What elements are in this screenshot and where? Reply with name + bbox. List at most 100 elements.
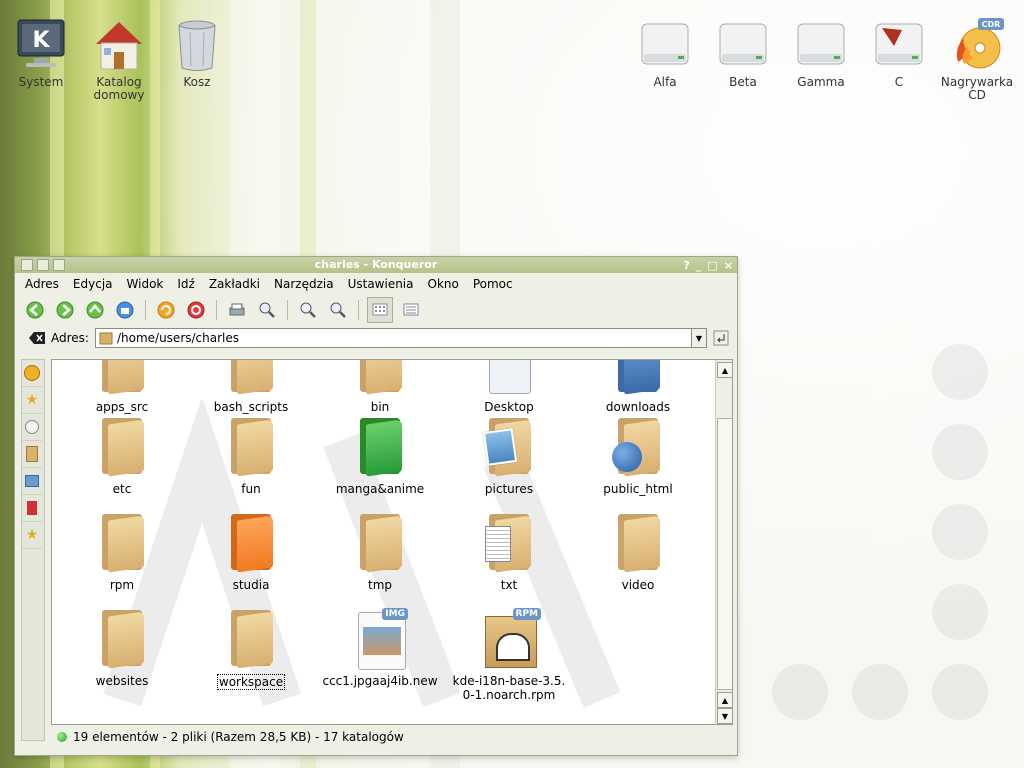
scroll-up-button[interactable]: ▲ [717,362,732,378]
scroll-down-button[interactable]: ▼ [717,708,732,724]
desktop-icon-trash[interactable]: Kosz [158,18,236,89]
file-item-image[interactable]: IMG ccc1.jpgaaj4ib.new [320,608,440,688]
file-item-folder[interactable]: public_html [578,416,698,496]
file-item-rpm[interactable]: RPM kde-i18n-base-3.5. 0-1.noarch.rpm [449,608,569,702]
list-view-button[interactable] [399,298,423,322]
go-icon[interactable] [713,330,729,346]
file-item-folder[interactable]: downloads [578,360,698,414]
close-button[interactable]: × [724,258,733,274]
sidebar-favorites-button[interactable]: ★ [22,522,42,549]
scroll-thumb[interactable] [717,418,732,690]
home-icon [116,301,134,319]
toolbar-separator [287,300,288,320]
file-item-folder[interactable]: txt [449,512,569,592]
scroll-up-button-lower[interactable]: ▲ [717,692,732,708]
print-button[interactable] [225,298,249,322]
desktop-icon-label: Alfa [653,75,677,89]
minimize-button[interactable]: _ [696,258,702,274]
window-titlebar[interactable]: charles - Konqueror ? _ □ × [15,257,737,273]
file-item-folder[interactable]: etc [62,416,182,496]
menu-zakladki[interactable]: Zakładki [209,277,260,291]
menu-adres[interactable]: Adres [25,277,59,291]
menu-idz[interactable]: Idź [177,277,194,291]
desktop-icon-label: Nagrywarka CD [940,75,1014,102]
zoom-in-button[interactable] [296,298,320,322]
picture-overlay-icon [482,428,518,466]
file-item-folder[interactable]: manga&anime [320,416,440,496]
desktop-icon-home[interactable]: Katalog domowy [80,18,158,102]
up-button[interactable] [83,298,107,322]
zoom-out-icon [330,302,346,318]
sidebar-history-button[interactable] [22,360,42,387]
menu-edycja[interactable]: Edycja [73,277,113,291]
menu-okno[interactable]: Okno [428,277,459,291]
file-item-folder[interactable]: fun [191,416,311,496]
stop-button[interactable] [184,298,208,322]
text-document-icon [485,526,511,562]
sidebar-bookmarks-button[interactable]: ★ [22,387,42,414]
file-item-folder[interactable]: bash_scripts [191,360,311,414]
wallpaper-circle [932,344,988,400]
network-icon [25,475,39,487]
reload-button[interactable] [154,298,178,322]
forward-button[interactable] [53,298,77,322]
desktop-icon-drive-gamma[interactable]: Gamma [782,18,860,89]
menu-ustawienia[interactable]: Ustawienia [348,277,414,291]
menu-widok[interactable]: Widok [127,277,164,291]
file-label: studia [232,578,270,592]
zoom-out-button[interactable] [326,298,350,322]
menu-pomoc[interactable]: Pomoc [473,277,513,291]
file-item-folder[interactable]: pictures [449,416,569,496]
desktop-icon-label: C [894,75,904,89]
desktop-icon-system[interactable]: K System [2,18,80,89]
file-item-folder[interactable]: apps_src [62,360,182,414]
file-item-folder[interactable]: websites [62,608,182,688]
services-icon [27,501,37,515]
address-input[interactable] [112,330,679,346]
file-label: video [621,578,655,592]
desktop-icon-cd-burner[interactable]: CDR Nagrywarka CD [938,18,1016,102]
address-history-dropdown[interactable]: ▼ [690,329,706,347]
address-field[interactable]: ▼ [94,328,707,348]
sidebar-services-button[interactable] [22,495,42,522]
home-button[interactable] [113,298,137,322]
toolbar [15,295,737,325]
file-label-line2: 0-1.noarch.rpm [462,688,556,702]
file-label: Desktop [484,400,534,414]
file-item-folder[interactable]: rpm [62,512,182,592]
file-item-folder[interactable]: bin [320,360,440,414]
desktop-icon-drive-beta[interactable]: Beta [704,18,782,89]
menu-narzedzia[interactable]: Narzędzia [274,277,334,291]
desktop-icon-drive-alfa[interactable]: Alfa [626,18,704,89]
file-icon-view[interactable]: apps_src bash_scripts bin Desktop downlo… [51,359,733,725]
sidebar-network-button[interactable] [22,468,42,495]
file-label: websites [95,674,149,688]
wallpaper-circle [932,664,988,720]
file-item-folder[interactable]: workspace [191,608,311,690]
maximize-button[interactable]: □ [707,258,717,274]
file-item-desktop[interactable]: Desktop [449,360,569,414]
bookmarks-icon: ★ [25,392,39,408]
help-button[interactable]: ? [683,258,689,274]
wallpaper-circle [932,584,988,640]
file-label: public_html [603,482,673,496]
icon-view-button[interactable] [367,297,393,323]
cdr-badge: CDR [982,20,1001,29]
file-item-folder[interactable]: video [578,512,698,592]
sidebar-media-button[interactable] [22,414,42,441]
status-indicator-icon [57,732,67,742]
find-button[interactable] [255,298,279,322]
file-item-folder[interactable]: tmp [320,512,440,592]
statusbar: 19 elementów - 2 pliki (Razem 28,5 KB) -… [51,727,731,747]
desktop-icon-drive-c[interactable]: C [860,18,938,89]
clear-location-icon[interactable] [29,331,45,345]
wallpaper-circle [932,504,988,560]
image-file-icon [358,612,406,670]
globe-icon [612,442,642,472]
file-item-folder[interactable]: studia [191,512,311,592]
sidebar-devices-button[interactable] [22,441,42,468]
vertical-scrollbar[interactable]: ▲ ▲ ▼ [715,360,732,724]
back-button[interactable] [23,298,47,322]
drive-icon [641,23,689,65]
file-label: ccc1.jpgaaj4ib.new [322,674,438,688]
